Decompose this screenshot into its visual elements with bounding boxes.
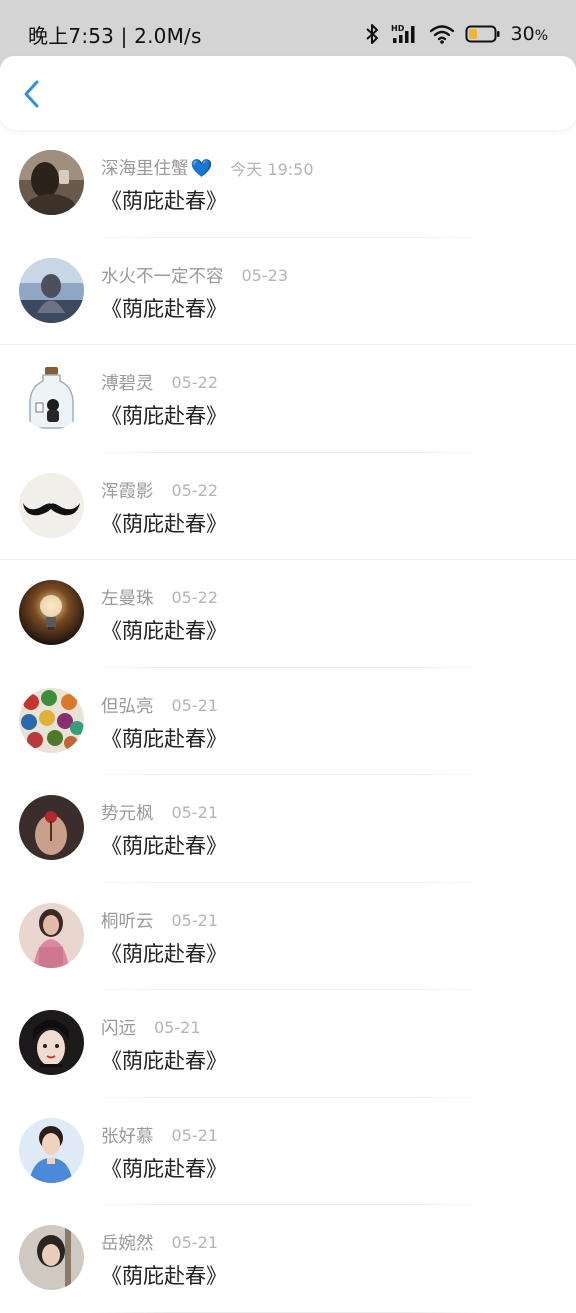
comment-text[interactable]: 《荫庇赴春》 [101,1153,227,1183]
comment-meta: 势元枫 05-21 [101,800,218,825]
list-item[interactable]: 溥碧灵 05-22 《荫庇赴春》 [0,345,576,453]
avatar[interactable] [19,687,84,753]
timestamp: 05-21 [171,803,219,822]
comment-meta: 浑霞影 05-22 [101,478,218,503]
timestamp: 05-23 [241,265,289,285]
comment-text[interactable]: 《荫庇赴春》 [101,615,227,645]
battery-icon [465,24,501,44]
svg-text:HD: HD [391,24,405,33]
timestamp: 05-21 [171,1125,219,1145]
timestamp: 05-21 [154,1018,201,1037]
timestamp: 05-21 [171,910,219,930]
avatar[interactable] [19,1117,84,1183]
list-item[interactable]: 张好慕 05-21 《荫庇赴春》 [0,1098,576,1205]
battery-percent: 30% [510,23,549,45]
timestamp: 05-22 [171,480,219,500]
comment-text[interactable]: 《荫庇赴春》 [101,1260,227,1290]
comment-meta: 溥碧灵 05-22 [101,370,218,395]
nav-bar [0,56,576,130]
comment-meta: 水火不一定不容 05-23 [101,263,288,288]
username[interactable]: 左曼珠 [101,585,154,610]
list-item[interactable]: 水火不一定不容 05-23 《荫庇赴春》 [0,238,576,345]
status-icons: HD 30% [365,20,549,48]
signal-icon: HD [391,23,419,45]
username[interactable]: 桐听云 [101,908,154,933]
bluetooth-icon [365,23,381,45]
comment-text[interactable]: 《荫庇赴春》 [101,293,227,323]
avatar[interactable] [19,257,84,323]
list-item[interactable]: 桐听云 05-21 《荫庇赴春》 [0,883,576,990]
username[interactable]: 浑霞影 [101,478,154,503]
comment-text[interactable]: 《荫庇赴春》 [101,723,227,753]
timestamp: 今天 19:50 [230,159,314,179]
comment-text[interactable]: 《荫庇赴春》 [101,508,227,538]
list-item[interactable]: 浑霞影 05-22 《荫庇赴春》 [0,453,576,560]
avatar[interactable] [19,365,84,430]
comment-meta: 深海里住蟹 💙 今天 19:50 [101,155,314,180]
username[interactable]: 张好慕 [101,1123,154,1148]
avatar[interactable] [19,472,84,538]
username[interactable]: 但弘亮 [101,693,154,718]
avatar[interactable] [19,1010,84,1075]
avatar[interactable] [19,1225,84,1290]
list-item[interactable]: 左曼珠 05-22 《荫庇赴春》 [0,560,576,668]
comment-meta: 但弘亮 05-21 [101,693,218,718]
blue-heart-icon: 💙 [190,159,213,179]
username[interactable]: 闪远 [101,1015,136,1040]
comment-text[interactable]: 《荫庇赴春》 [101,830,227,860]
username[interactable]: 水火不一定不容 [101,263,224,288]
username[interactable]: 势元枫 [101,800,154,825]
comment-text[interactable]: 《荫庇赴春》 [101,400,227,430]
username[interactable]: 岳婉然 [101,1230,154,1255]
comment-meta: 桐听云 05-21 [101,908,218,933]
comment-meta: 张好慕 05-21 [101,1123,218,1148]
list-item[interactable]: 深海里住蟹 💙 今天 19:50 《荫庇赴春》 [0,130,576,238]
avatar[interactable] [19,150,84,215]
list-item[interactable]: 闪远 05-21 《荫庇赴春》 [0,990,576,1098]
timestamp: 05-21 [171,695,219,715]
divider [86,1311,490,1313]
wifi-icon [429,23,455,45]
list-item[interactable]: 但弘亮 05-21 《荫庇赴春》 [0,668,576,775]
username[interactable]: 溥碧灵 [101,370,154,395]
comment-text[interactable]: 《荫庇赴春》 [101,185,227,215]
comment-meta: 闪远 05-21 [101,1015,201,1040]
comment-list: 深海里住蟹 💙 今天 19:50 《荫庇赴春》 水火不一定不容 05-23 《荫庇… [0,130,576,1313]
status-time-speed: 晚上7:53 | 2.0M/s [28,24,202,48]
timestamp: 05-22 [171,373,219,392]
comment-meta: 岳婉然 05-21 [101,1230,218,1255]
avatar[interactable] [19,795,84,860]
chevron-left-icon [24,80,39,108]
timestamp: 05-21 [171,1233,219,1252]
timestamp: 05-22 [171,588,219,607]
list-item[interactable]: 岳婉然 05-21 《荫庇赴春》 [0,1205,576,1313]
avatar[interactable] [19,580,84,645]
username[interactable]: 深海里住蟹 [101,159,189,179]
comment-text[interactable]: 《荫庇赴春》 [101,1045,227,1075]
back-button[interactable] [14,76,50,112]
list-item[interactable]: 势元枫 05-21 《荫庇赴春》 [0,775,576,883]
comment-text[interactable]: 《荫庇赴春》 [101,938,227,968]
avatar[interactable] [19,902,84,968]
comment-meta: 左曼珠 05-22 [101,585,218,610]
